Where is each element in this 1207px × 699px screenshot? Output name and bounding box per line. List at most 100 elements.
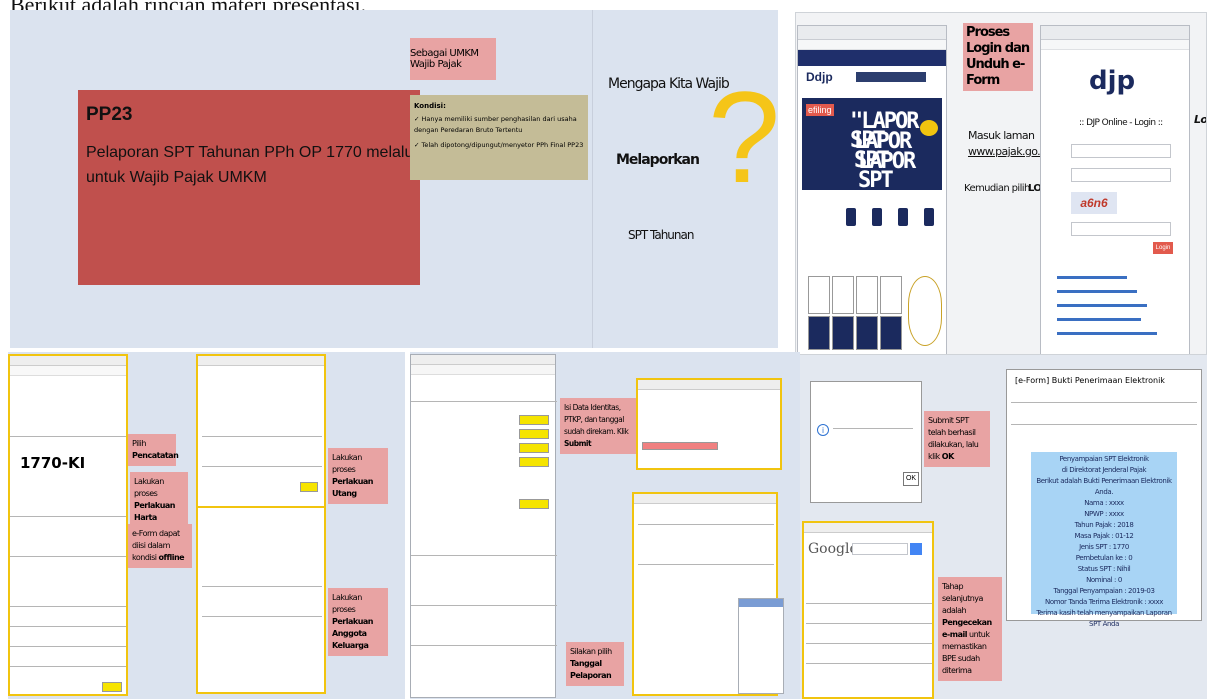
- note-email: Tahap selanjutnya adalah Pengecekan e-ma…: [938, 577, 1002, 681]
- app-card-footer-4[interactable]: [880, 316, 902, 350]
- kondisi-item-2: ✓ Telah dipotong/dipungut/menyetor PPh F…: [414, 141, 584, 149]
- app-card-1[interactable]: [808, 276, 830, 314]
- note-tanggal-bold: Tanggal Pelaporan: [570, 659, 612, 680]
- link-1[interactable]: [1057, 276, 1127, 279]
- ok-button[interactable]: OK: [903, 472, 919, 486]
- pajak-url[interactable]: www.pajak.go.id: [968, 145, 1050, 158]
- submit-window: [636, 378, 782, 470]
- field-1[interactable]: [519, 415, 549, 425]
- bpe-line-6-text: Masa Pajak : 01-12: [1074, 532, 1134, 540]
- captcha-image: a6n6: [1071, 192, 1117, 214]
- field-2[interactable]: [519, 429, 549, 439]
- service-icon-4[interactable]: [924, 208, 934, 226]
- kondisi-box: Kondisi: ✓ Hanya memiliki sumber penghas…: [410, 95, 588, 180]
- utang-submit-button[interactable]: [300, 482, 318, 492]
- calendar-popup[interactable]: [738, 598, 784, 694]
- app-card-2[interactable]: [832, 276, 854, 314]
- gmail-search-icon[interactable]: [910, 543, 922, 555]
- spt-line-2: [411, 555, 557, 556]
- djp-logo: djp: [1089, 66, 1136, 96]
- pp23-title: PP23: [86, 104, 133, 125]
- app-card-footer-1[interactable]: [808, 316, 830, 350]
- note-offline: e-Form dapat diisi dalam kondisi offline: [128, 524, 192, 568]
- link-5[interactable]: [1057, 332, 1157, 335]
- form-toolbar: [10, 366, 126, 376]
- login-tag: Proses Login dan Unduh e-Form: [963, 23, 1033, 91]
- login-button[interactable]: Login: [1153, 242, 1173, 254]
- service-icon-3[interactable]: [898, 208, 908, 226]
- note-pencatatan-text: Pilih: [132, 439, 146, 448]
- note-pencatatan-bold: Pencatatan: [132, 451, 179, 460]
- note-email-text: Tahap selanjutnya adalah: [942, 582, 983, 615]
- note-keluarga: Lakukan proses Perlakuan Anggota Keluarg…: [328, 588, 388, 656]
- npwp-input[interactable]: [1071, 144, 1171, 158]
- field-4[interactable]: [519, 457, 549, 467]
- note-pencatatan: Pilih Pencatatan: [128, 434, 179, 466]
- note-tanggal-text: Silakan pilih: [570, 647, 612, 656]
- note-keluarga-text: Lakukan proses: [332, 593, 362, 614]
- captcha-input[interactable]: [1071, 222, 1171, 236]
- note-submit-bold: OK: [941, 452, 955, 461]
- simpan-button[interactable]: [102, 682, 122, 692]
- app-card-3[interactable]: [856, 276, 878, 314]
- app-card-footer-3[interactable]: [856, 316, 878, 350]
- note-offline-bold: offline: [158, 553, 185, 562]
- gmail-row-1: [806, 603, 932, 604]
- form-line-4: [10, 606, 126, 607]
- note-harta-text: Lakukan proses: [134, 477, 164, 498]
- note-utang-bold: Perlakuan Utang: [332, 477, 373, 498]
- service-icon-2[interactable]: [872, 208, 882, 226]
- masuk-laman: Masuk laman: [968, 129, 1035, 142]
- spt-line-3: [411, 605, 557, 606]
- form-line-7: [10, 666, 126, 667]
- link-4[interactable]: [1057, 318, 1141, 321]
- gmail-window: Google: [802, 521, 934, 699]
- link-2[interactable]: [1057, 290, 1137, 293]
- gmail-titlebar: [804, 523, 932, 533]
- note-harta: Lakukan proses Perlakuan Harta: [130, 472, 188, 528]
- form-line-3: [10, 556, 126, 557]
- link-3[interactable]: [1057, 304, 1147, 307]
- service-icon-1[interactable]: [846, 208, 856, 226]
- spt-form-window: [410, 354, 557, 698]
- tanggal-line-1: [638, 524, 774, 525]
- calendar-header: [739, 599, 783, 607]
- note-utang: Lakukan proses Perlakuan Utang: [328, 448, 388, 504]
- bpe-line-1-text: di Direktorat Jenderal Pajak: [1061, 466, 1147, 474]
- submit-titlebar: [638, 380, 780, 390]
- bpe-line-3-text: Nama : xxxx: [1084, 499, 1124, 507]
- field-3[interactable]: [519, 443, 549, 453]
- login-address-bar[interactable]: [1041, 40, 1189, 50]
- login-panel: Ddjp efiling "LAPOR SPT LAPOR SPT LAPOR …: [795, 12, 1207, 355]
- note-identitas: Isi Data Identitas, PTKP, dan tanggal su…: [560, 398, 636, 454]
- form-1770-panel: 1770-KI Pilih Pencatatan Lakukan proses …: [8, 352, 405, 699]
- pp23-title-box: PP23 Pelaporan SPT Tahunan PPh OP 1770 m…: [78, 90, 473, 285]
- keluarga-line-2: [202, 616, 322, 617]
- browser-address-bar[interactable]: [798, 40, 946, 50]
- password-input[interactable]: [1071, 168, 1171, 182]
- form-line-5: [10, 626, 126, 627]
- note-keluarga-bold: Perlakuan Anggota Keluarga: [332, 617, 373, 650]
- kondisi-item-1: ✓ Hanya memiliki sumber penghasilan dari…: [414, 115, 577, 134]
- bpe-line-2: [1011, 424, 1197, 425]
- question-mark-icon: ?: [708, 64, 778, 210]
- app-card-4[interactable]: [880, 276, 902, 314]
- field-5[interactable]: [519, 499, 549, 509]
- bpe-content: Penyampaian SPT Elektronik di Direktorat…: [1031, 452, 1177, 628]
- spt-line-1: [411, 401, 557, 402]
- app-card-footer-2[interactable]: [832, 316, 854, 350]
- lapor-spt-banner[interactable]: efiling "LAPOR SPT LAPOR SPT LAPOR SPT: [802, 98, 942, 192]
- djp-online-title: :: DJP Online - Login ::: [1079, 118, 1163, 128]
- yellow-separator: [198, 506, 324, 508]
- efiling-badge: efiling: [806, 104, 834, 116]
- form-1770-window: 1770-KI: [8, 354, 128, 696]
- bpe-line-8-text: Pembetulan ke : 0: [1075, 554, 1133, 562]
- spt-identitas-panel: Isi Data Identitas, PTKP, dan tanggal su…: [410, 352, 800, 699]
- wajib-line-2: Melaporkan: [616, 152, 700, 168]
- keluarga-line-1: [202, 586, 322, 587]
- bpe-line-7-text: Jenis SPT : 1770: [1079, 543, 1129, 551]
- bpe-title: [e-Form] Bukti Penerimaan Elektronik: [1015, 376, 1165, 385]
- gmail-search[interactable]: [852, 543, 908, 555]
- utang-titlebar: [198, 356, 324, 366]
- utang-line-2: [202, 466, 322, 467]
